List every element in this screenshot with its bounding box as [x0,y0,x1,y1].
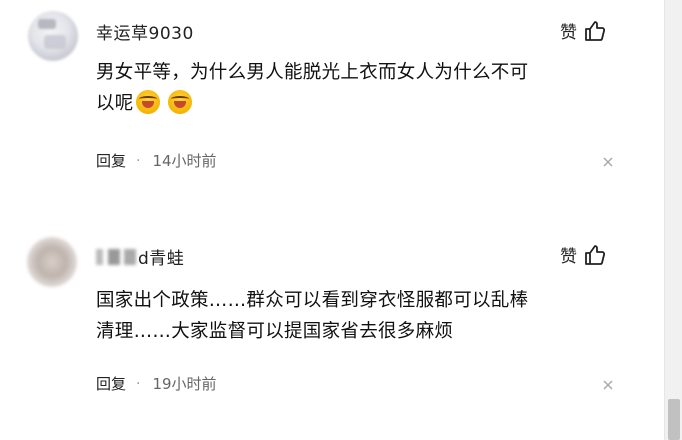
comment-timestamp: 19小时前 [152,375,217,393]
comment-meta: 回复 · 19小时前 [96,373,217,394]
comment-text: 国家出个政策……群众可以看到穿衣怪服都可以乱棒 清理……大家监督可以提国家省去很… [96,285,616,347]
separator-dot: · [136,375,141,392]
like-label: 赞 [560,247,577,267]
comment-username[interactable]: d青蛙 [96,244,184,269]
scrollbar-thumb[interactable] [668,399,680,440]
thumbs-up-icon [585,244,606,265]
username-blurred-prefix [96,248,136,265]
close-icon[interactable] [601,378,615,392]
scrollbar[interactable] [664,0,682,440]
reply-button[interactable]: 回复 [96,373,126,394]
comment-text-line: 清理……大家监督可以提国家省去很多麻烦 [96,321,454,342]
comment-item-2: d青蛙 赞 国家出个政策……群众可以看到穿衣怪服都可以乱棒 清理……大家监督可以… [0,0,665,440]
avatar[interactable] [27,237,77,287]
username-text: d青蛙 [138,249,185,269]
comment-text-line: 国家出个政策……群众可以看到穿衣怪服都可以乱棒 [96,290,529,311]
like-button[interactable]: 赞 [560,242,607,267]
